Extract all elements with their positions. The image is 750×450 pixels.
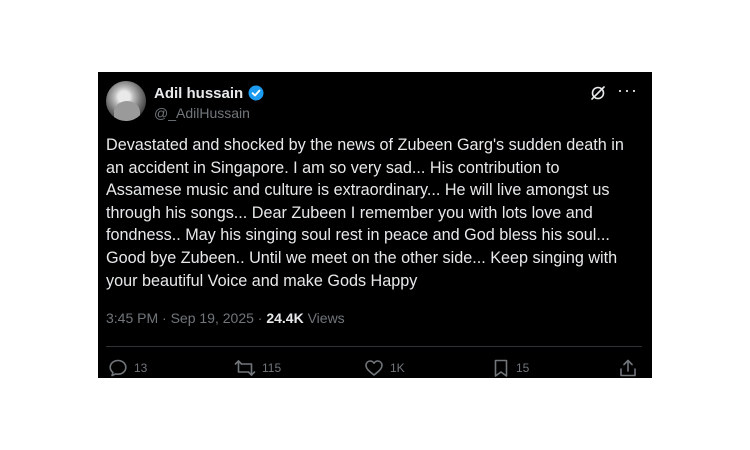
meta-separator-2: · xyxy=(257,310,263,326)
tweet-text: Devastated and shocked by the news of Zu… xyxy=(106,136,624,290)
bookmark-icon xyxy=(492,358,510,378)
grok-icon[interactable] xyxy=(589,84,607,102)
reply-button[interactable]: 13 xyxy=(108,358,147,378)
meta-separator: · xyxy=(162,310,167,326)
repost-icon xyxy=(234,358,256,378)
more-icon[interactable]: ··· xyxy=(617,81,638,99)
share-icon xyxy=(618,358,638,378)
author-handle[interactable]: @_AdilHussain xyxy=(154,105,250,121)
tweet-top-actions: ··· xyxy=(589,81,638,102)
tweet-time[interactable]: 3:45 PM xyxy=(106,310,158,326)
tweet-meta: 3:45 PM · Sep 19, 2025 · 24.4K Views xyxy=(106,310,345,326)
views-count: 24.4K xyxy=(266,310,304,326)
verified-badge-icon xyxy=(248,85,264,101)
author-name-row: Adil hussain xyxy=(154,83,264,103)
like-count: 1K xyxy=(390,361,405,375)
bookmark-button[interactable]: 15 xyxy=(492,358,529,378)
heart-icon xyxy=(364,358,384,378)
divider xyxy=(106,346,642,347)
repost-button[interactable]: 115 xyxy=(234,358,281,378)
action-bar: 13 115 1K 15 xyxy=(108,358,640,378)
share-button[interactable] xyxy=(618,358,638,378)
repost-count: 115 xyxy=(262,361,282,375)
author-name[interactable]: Adil hussain xyxy=(154,85,243,102)
reply-count: 13 xyxy=(134,361,148,375)
tweet-card: Adil hussain @_AdilHussain ··· Devastate… xyxy=(98,72,652,378)
like-button[interactable]: 1K xyxy=(364,358,405,378)
reply-icon xyxy=(108,358,128,378)
views-label: Views xyxy=(307,310,345,326)
bookmark-count: 15 xyxy=(516,361,530,375)
avatar[interactable] xyxy=(106,81,146,121)
tweet-date[interactable]: Sep 19, 2025 xyxy=(171,310,254,326)
